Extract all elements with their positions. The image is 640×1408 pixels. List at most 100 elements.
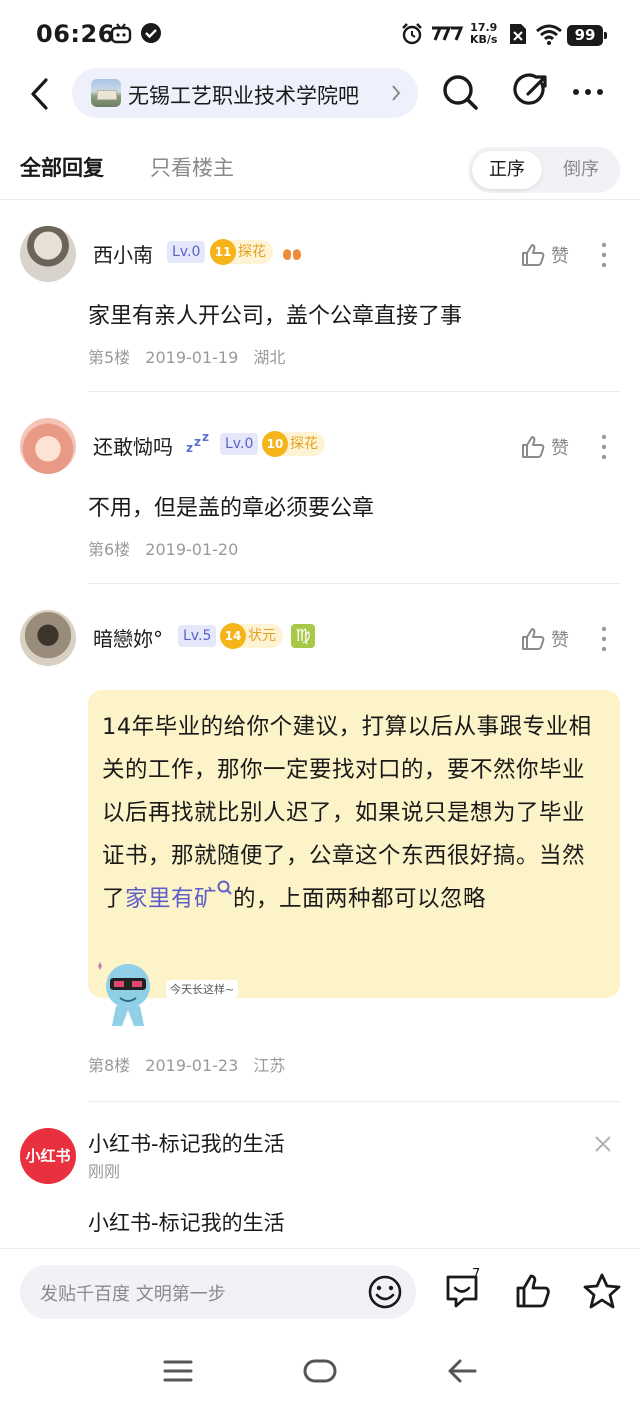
divider bbox=[88, 583, 620, 584]
reply-content-tail: 的，上面两种都可以忽略 bbox=[233, 886, 487, 912]
net-speed: 17.9 KB/s bbox=[470, 21, 498, 46]
ad-logo[interactable]: 小红书 bbox=[20, 1128, 76, 1184]
like-label: 赞 bbox=[551, 630, 569, 651]
check-circle-icon bbox=[141, 23, 161, 43]
svg-text:z: z bbox=[194, 435, 201, 449]
reply-bubble: 14年毕业的给你个建议，打算以后从事跟专业相关的工作，那你一定要找对口的，要不然… bbox=[88, 690, 620, 998]
reply-bubble-wrapper: 14年毕业的给你个建议，打算以后从事跟专业相关的工作，那你一定要找对口的，要不然… bbox=[0, 690, 640, 1026]
thumbs-up-icon bbox=[522, 628, 545, 650]
reply-date: 2019-01-19 bbox=[145, 348, 239, 367]
rank-label: 探花 bbox=[290, 436, 318, 452]
level-badge: Lv.0 bbox=[220, 433, 259, 455]
menu-icon[interactable] bbox=[162, 1356, 194, 1386]
compose-placeholder: 发贴千百度 文明第一步 bbox=[40, 1284, 226, 1305]
divider bbox=[88, 391, 620, 392]
no-sim-icon bbox=[510, 24, 526, 44]
reply-meta: 第5楼 2019-01-19 湖北 bbox=[88, 344, 295, 368]
chevron-right-icon bbox=[392, 85, 401, 101]
level-badge: Lv.0 bbox=[167, 241, 206, 263]
compose-input[interactable]: 发贴千百度 文明第一步 bbox=[20, 1265, 416, 1319]
rank-badge: 11 探花 bbox=[210, 239, 273, 265]
sticker-character-icon bbox=[98, 962, 150, 1026]
status-time: 06:26 bbox=[36, 20, 115, 48]
avatar[interactable] bbox=[20, 226, 76, 282]
svg-text:z: z bbox=[186, 441, 193, 454]
star-icon[interactable] bbox=[582, 1271, 622, 1311]
reply-location: 湖北 bbox=[253, 348, 286, 367]
divider bbox=[0, 199, 640, 200]
comment-count: 7 bbox=[472, 1267, 481, 1282]
emoji-icon[interactable] bbox=[366, 1273, 404, 1311]
like-label: 赞 bbox=[551, 438, 569, 459]
avatar[interactable] bbox=[20, 610, 76, 666]
reply-more-icon[interactable] bbox=[600, 626, 608, 652]
rank-badge: 10 探花 bbox=[262, 431, 325, 457]
like-button[interactable]: 赞 bbox=[520, 242, 569, 268]
tab-op-only[interactable]: 只看楼主 bbox=[150, 152, 234, 182]
sort-order-toggle: 正序 倒序 bbox=[468, 147, 620, 193]
back-icon[interactable] bbox=[446, 1356, 478, 1386]
battery-indicator: 99 bbox=[567, 25, 607, 46]
forum-name: 无锡工艺职业技术学院吧 bbox=[128, 84, 359, 108]
ad-body[interactable]: 小红书-标记我的生活 bbox=[88, 1207, 285, 1237]
reply-location: 江苏 bbox=[253, 1056, 286, 1075]
zodiac-virgo-icon: ♍ bbox=[291, 624, 315, 648]
reply-content: 不用，但是盖的章必须要公章 bbox=[88, 496, 375, 521]
thumbs-up-icon bbox=[522, 436, 545, 458]
username[interactable]: 暗戀妳° bbox=[93, 623, 163, 652]
home-icon[interactable] bbox=[302, 1356, 338, 1386]
forum-entry-button[interactable]: 无锡工艺职业技术学院吧 bbox=[72, 68, 418, 118]
divider bbox=[88, 1101, 620, 1102]
rank-label: 状元 bbox=[248, 628, 276, 644]
floor-number: 第6楼 bbox=[88, 540, 131, 559]
order-desc-button[interactable]: 倒序 bbox=[546, 151, 616, 189]
signal-mode-icon bbox=[432, 26, 464, 41]
svg-text:z: z bbox=[202, 432, 209, 444]
medal-icon: 14 bbox=[220, 623, 246, 649]
level-badge: Lv.5 bbox=[178, 625, 217, 647]
order-asc-button[interactable]: 正序 bbox=[472, 151, 542, 189]
username[interactable]: 西小南 bbox=[93, 239, 153, 268]
wifi-icon bbox=[536, 24, 562, 45]
reply-more-icon[interactable] bbox=[600, 434, 608, 460]
reply-date: 2019-01-20 bbox=[145, 540, 239, 559]
system-navigation-bar bbox=[0, 1338, 640, 1408]
thumbs-up-icon[interactable] bbox=[513, 1271, 553, 1311]
topic-link[interactable]: 家里有矿 bbox=[125, 886, 217, 912]
avatar[interactable] bbox=[20, 418, 76, 474]
like-button[interactable]: 赞 bbox=[520, 434, 569, 460]
top-nav-bar: 无锡工艺职业技术学院吧 bbox=[0, 66, 640, 120]
search-icon[interactable] bbox=[440, 72, 480, 112]
reply-meta: 第8楼 2019-01-23 江苏 bbox=[88, 1052, 295, 1076]
like-button[interactable]: 赞 bbox=[520, 626, 569, 652]
tab-all-replies[interactable]: 全部回复 bbox=[20, 152, 104, 182]
like-label: 赞 bbox=[551, 246, 569, 267]
floor-number: 第8楼 bbox=[88, 1056, 131, 1075]
search-icon bbox=[217, 880, 232, 895]
status-bar: 06:26 17.9 KB/s 99 bbox=[0, 0, 640, 70]
back-arrow-icon[interactable] bbox=[26, 76, 56, 112]
share-icon[interactable] bbox=[512, 72, 552, 112]
reply-meta: 第6楼 2019-01-20 bbox=[88, 536, 248, 560]
more-icon[interactable] bbox=[570, 72, 606, 112]
alarm-icon bbox=[402, 23, 422, 45]
close-icon[interactable] bbox=[593, 1134, 613, 1154]
rank-badge: 14 状元 bbox=[220, 623, 283, 649]
lungs-icon bbox=[283, 243, 301, 260]
reply-date: 2019-01-23 bbox=[145, 1056, 239, 1075]
reply-filter-tabs: 全部回复 只看楼主 正序 倒序 bbox=[0, 136, 640, 200]
thumbs-up-icon bbox=[522, 244, 545, 266]
reply-more-icon[interactable] bbox=[600, 242, 608, 268]
username[interactable]: 还敢恸吗 bbox=[93, 431, 173, 460]
floor-number: 第5楼 bbox=[88, 348, 131, 367]
medal-icon: 11 bbox=[210, 239, 236, 265]
ad-title[interactable]: 小红书-标记我的生活 bbox=[88, 1128, 285, 1158]
bottom-action-bar: 发贴千百度 文明第一步 7 bbox=[0, 1248, 640, 1338]
rank-label: 探花 bbox=[238, 244, 266, 260]
sticker-caption: 今天长这样~ bbox=[166, 980, 239, 998]
ad-time: 刚刚 bbox=[88, 1162, 121, 1181]
reply-content: 14年毕业的给你个建议，打算以后从事跟专业相关的工作，那你一定要找对口的，要不然… bbox=[102, 714, 592, 912]
forum-thumbnail bbox=[91, 79, 121, 107]
medal-icon: 10 bbox=[262, 431, 288, 457]
sleeping-zzz-icon: z z z bbox=[186, 432, 209, 454]
